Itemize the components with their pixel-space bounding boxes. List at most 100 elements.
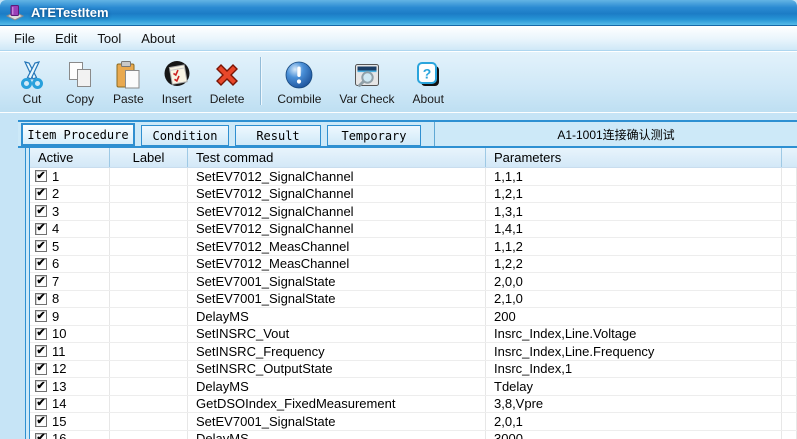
- active-checkbox[interactable]: [35, 275, 47, 287]
- insert-label: Insert: [162, 92, 192, 106]
- cut-button[interactable]: Cut: [8, 58, 56, 108]
- table-row[interactable]: 16 DelayMS 3000: [30, 431, 797, 439]
- table-row[interactable]: 2 SetEV7012_SignalChannel 1,2,1: [30, 186, 797, 204]
- row-label: [110, 238, 188, 255]
- combile-button[interactable]: Combile: [268, 58, 330, 108]
- table-row[interactable]: 9 DelayMS 200: [30, 308, 797, 326]
- var-check-button[interactable]: Var Check: [330, 58, 403, 108]
- row-label: [110, 186, 188, 203]
- combile-label: Combile: [277, 92, 321, 106]
- copy-button[interactable]: Copy: [56, 58, 104, 108]
- table-row[interactable]: 13 DelayMS Tdelay: [30, 378, 797, 396]
- active-checkbox[interactable]: [35, 345, 47, 357]
- test-table-container: Active Label Test commad Parameters 1 Se…: [25, 148, 797, 439]
- var-check-label: Var Check: [339, 92, 394, 106]
- column-header-active[interactable]: Active: [30, 148, 110, 167]
- copy-pages-icon: [65, 60, 95, 90]
- table-row[interactable]: 6 SetEV7012_MeasChannel 1,2,2: [30, 256, 797, 274]
- row-parameters: 1,2,1: [486, 186, 782, 203]
- toolbar: Cut Copy Paste Insert: [0, 51, 797, 113]
- row-extra-cell: [782, 308, 797, 325]
- row-extra-cell: [782, 431, 797, 439]
- row-label: [110, 396, 188, 413]
- row-extra-cell: [782, 168, 797, 185]
- row-label: [110, 168, 188, 185]
- table-row[interactable]: 14 GetDSOIndex_FixedMeasurement 3,8,Vpre: [30, 396, 797, 414]
- menu-about[interactable]: About: [131, 28, 185, 49]
- row-command: SetEV7012_MeasChannel: [188, 238, 486, 255]
- menu-tool[interactable]: Tool: [87, 28, 131, 49]
- tab-result[interactable]: Result: [235, 125, 321, 146]
- table-row[interactable]: 5 SetEV7012_MeasChannel 1,1,2: [30, 238, 797, 256]
- row-number: 16: [52, 431, 66, 439]
- table-row[interactable]: 3 SetEV7012_SignalChannel 1,3,1: [30, 203, 797, 221]
- row-parameters: 200: [486, 308, 782, 325]
- scissors-icon: [17, 60, 47, 90]
- question-mark-icon: ?: [413, 60, 443, 90]
- column-header-label[interactable]: Label: [110, 148, 188, 167]
- tab-temporary[interactable]: Temporary: [327, 125, 421, 146]
- tab-item-procedure[interactable]: Item Procedure: [21, 123, 135, 146]
- table-row[interactable]: 10 SetINSRC_Vout Insrc_Index,Line.Voltag…: [30, 326, 797, 344]
- column-header-test-commad[interactable]: Test commad: [188, 148, 486, 167]
- active-checkbox[interactable]: [35, 433, 47, 439]
- magnifier-window-icon: [352, 60, 382, 90]
- row-parameters: 1,2,2: [486, 256, 782, 273]
- table-row[interactable]: 15 SetEV7001_SignalState 2,0,1: [30, 413, 797, 431]
- exclamation-sphere-icon: [284, 60, 314, 90]
- active-checkbox[interactable]: [35, 240, 47, 252]
- table-row[interactable]: 4 SetEV7012_SignalChannel 1,4,1: [30, 221, 797, 239]
- delete-button[interactable]: Delete: [201, 58, 254, 108]
- row-label: [110, 273, 188, 290]
- row-extra-cell: [782, 396, 797, 413]
- column-header-parameters[interactable]: Parameters: [486, 148, 782, 167]
- menu-edit[interactable]: Edit: [45, 28, 87, 49]
- tab-condition[interactable]: Condition: [141, 125, 229, 146]
- row-command: SetEV7012_MeasChannel: [188, 256, 486, 273]
- row-extra-cell: [782, 221, 797, 238]
- row-command: DelayMS: [188, 308, 486, 325]
- table-row[interactable]: 1 SetEV7012_SignalChannel 1,1,1: [30, 168, 797, 186]
- row-parameters: Tdelay: [486, 378, 782, 395]
- clipboard-paste-icon: [113, 60, 143, 90]
- insert-button[interactable]: Insert: [153, 58, 201, 108]
- row-parameters: 1,1,1: [486, 168, 782, 185]
- active-checkbox[interactable]: [35, 380, 47, 392]
- window-title: ATETestItem: [31, 5, 109, 20]
- table-row[interactable]: 11 SetINSRC_Frequency Insrc_Index,Line.F…: [30, 343, 797, 361]
- row-parameters: Insrc_Index,Line.Frequency: [486, 343, 782, 360]
- active-checkbox[interactable]: [35, 328, 47, 340]
- row-number: 6: [52, 256, 59, 271]
- active-checkbox[interactable]: [35, 188, 47, 200]
- row-parameters: 1,4,1: [486, 221, 782, 238]
- row-command: DelayMS: [188, 431, 486, 439]
- row-label: [110, 291, 188, 308]
- active-checkbox[interactable]: [35, 205, 47, 217]
- active-checkbox[interactable]: [35, 293, 47, 305]
- row-parameters: 1,1,2: [486, 238, 782, 255]
- active-checkbox[interactable]: [35, 258, 47, 270]
- table-row[interactable]: 7 SetEV7001_SignalState 2,0,0: [30, 273, 797, 291]
- active-checkbox[interactable]: [35, 415, 47, 427]
- row-number: 1: [52, 169, 59, 184]
- row-number: 15: [52, 414, 66, 429]
- table-row[interactable]: 12 SetINSRC_OutputState Insrc_Index,1: [30, 361, 797, 379]
- row-number: 3: [52, 204, 59, 219]
- active-checkbox[interactable]: [35, 223, 47, 235]
- test-table: Active Label Test commad Parameters 1 Se…: [29, 148, 797, 439]
- table-row[interactable]: 8 SetEV7001_SignalState 2,1,0: [30, 291, 797, 309]
- active-checkbox[interactable]: [35, 310, 47, 322]
- title-bar: ATETestItem: [0, 0, 797, 26]
- row-parameters: 1,3,1: [486, 203, 782, 220]
- active-checkbox[interactable]: [35, 398, 47, 410]
- row-label: [110, 203, 188, 220]
- about-button[interactable]: ? About: [404, 58, 453, 108]
- row-label: [110, 413, 188, 430]
- row-parameters: 2,0,1: [486, 413, 782, 430]
- active-checkbox[interactable]: [35, 170, 47, 182]
- paste-button[interactable]: Paste: [104, 58, 153, 108]
- menu-file[interactable]: File: [4, 28, 45, 49]
- row-parameters: 2,1,0: [486, 291, 782, 308]
- row-label: [110, 326, 188, 343]
- active-checkbox[interactable]: [35, 363, 47, 375]
